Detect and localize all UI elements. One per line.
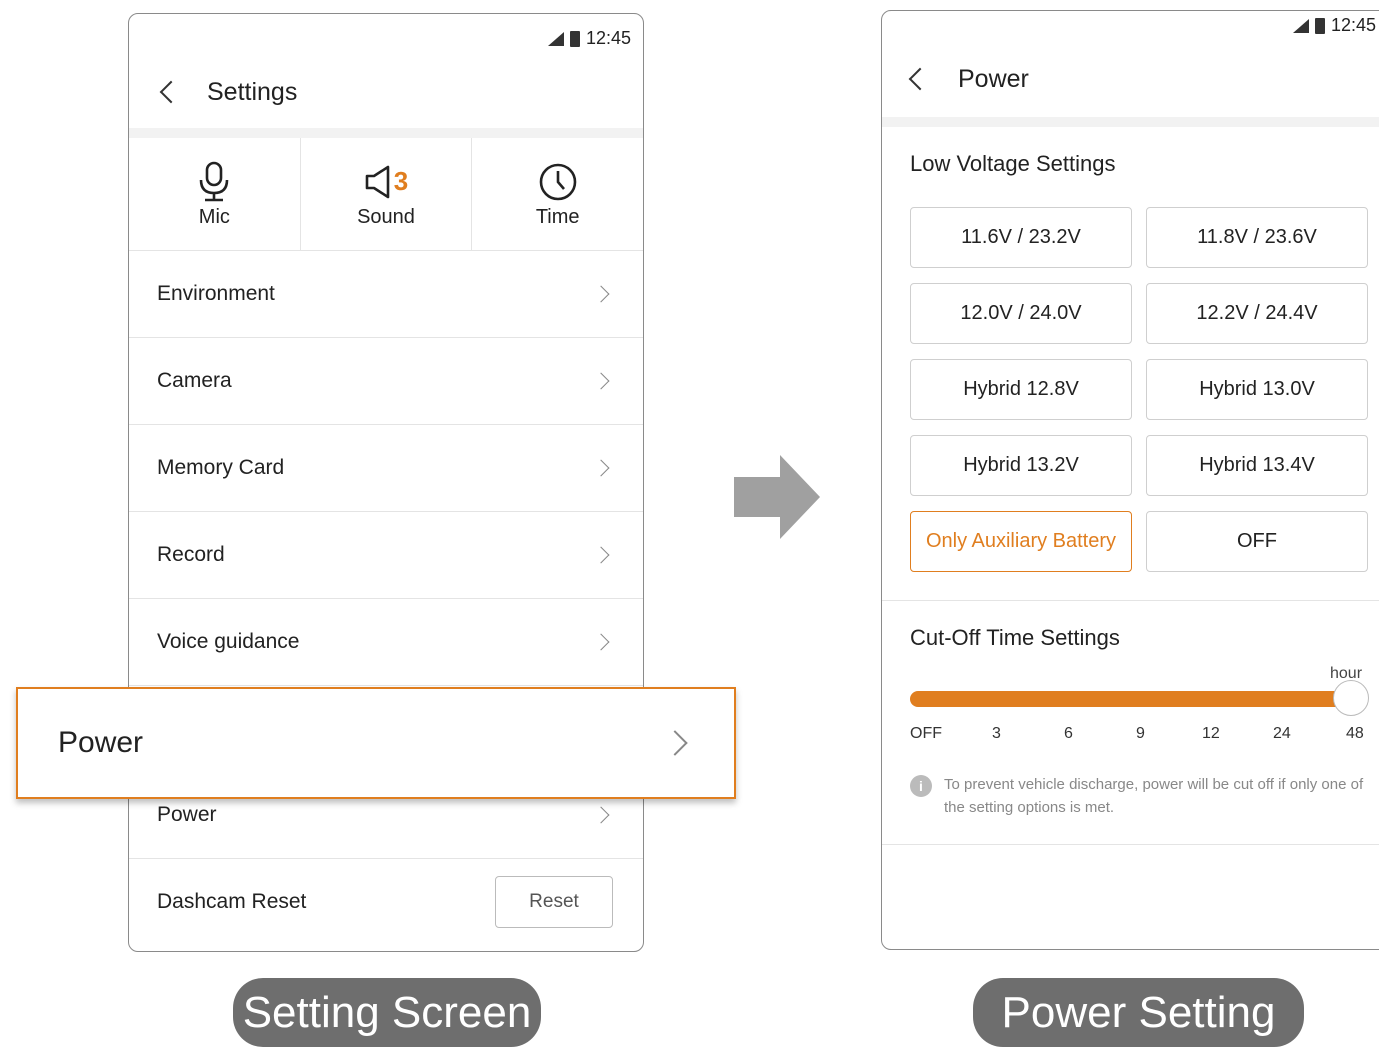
settings-screen: 12:45 Settings Mic 3 Sound Time Environm…: [128, 13, 644, 952]
voltage-option[interactable]: Hybrid 13.0V: [1146, 359, 1368, 420]
reset-button[interactable]: Reset: [495, 876, 613, 928]
voltage-option[interactable]: Hybrid 12.8V: [910, 359, 1132, 420]
page-title: Power: [958, 64, 1029, 93]
slider-tick: 48: [1346, 725, 1364, 742]
menu-item-label: Environment: [157, 282, 275, 305]
chevron-right-icon: [592, 633, 610, 651]
low-voltage-options: 11.6V / 23.2V 11.8V / 23.6V 12.0V / 24.0…: [910, 207, 1370, 572]
voltage-option-selected[interactable]: Only Auxiliary Battery: [910, 511, 1132, 572]
signal-icon: [547, 31, 564, 46]
status-time: 12:45: [585, 28, 631, 48]
voltage-option[interactable]: OFF: [1146, 511, 1368, 572]
caption-power-setting: Power Setting: [973, 978, 1304, 1047]
arrow-right-icon: [734, 455, 820, 539]
power-callout[interactable]: Power: [16, 687, 736, 799]
status-bar: 12:45: [1292, 15, 1376, 36]
quick-label: Sound: [357, 205, 415, 228]
chevron-right-icon: [592, 546, 610, 564]
clock-icon: [538, 160, 578, 204]
power-screen: 12:45 Power Low Voltage Settings 11.6V /…: [881, 10, 1379, 950]
caption-setting-screen: Setting Screen: [233, 978, 541, 1047]
sound-level-value: 3: [393, 166, 409, 196]
section-divider: [882, 844, 1379, 845]
menu-item-camera[interactable]: Camera: [129, 338, 643, 425]
signal-icon: [1292, 18, 1309, 33]
voltage-option[interactable]: Hybrid 13.2V: [910, 435, 1132, 496]
dashcam-reset-row: Dashcam Reset Reset: [129, 859, 643, 945]
voltage-option[interactable]: 12.0V / 24.0V: [910, 283, 1132, 344]
info-note: i To prevent vehicle discharge, power wi…: [910, 773, 1370, 819]
dashcam-reset-label: Dashcam Reset: [157, 890, 307, 913]
back-arrow-icon[interactable]: [159, 80, 183, 104]
page-title: Settings: [207, 77, 298, 106]
menu-item-label: Voice guidance: [157, 630, 300, 653]
quick-sound-button[interactable]: 3 Sound: [301, 138, 473, 250]
low-voltage-title: Low Voltage Settings: [910, 151, 1116, 176]
cutoff-title: Cut-Off Time Settings: [910, 625, 1120, 650]
menu-item-label: Record: [157, 543, 225, 566]
voltage-option[interactable]: Hybrid 13.4V: [1146, 435, 1368, 496]
voltage-option[interactable]: 11.8V / 23.6V: [1146, 207, 1368, 268]
menu-item-label: Memory Card: [157, 456, 285, 479]
info-icon: i: [910, 775, 932, 797]
microphone-icon: [196, 160, 232, 204]
power-header: Power: [882, 59, 1379, 99]
quick-label: Time: [535, 205, 580, 228]
slider-tick: 3: [992, 725, 1001, 742]
cutoff-slider-thumb[interactable]: [1333, 680, 1369, 716]
section-divider: [882, 600, 1379, 601]
back-arrow-icon[interactable]: [908, 67, 932, 91]
slider-tick: 24: [1273, 725, 1291, 742]
quick-label: Mic: [198, 205, 230, 228]
menu-item-record[interactable]: Record: [129, 512, 643, 599]
status-bar: 12:45: [547, 28, 631, 49]
section-divider: [882, 117, 1379, 127]
battery-icon: [569, 30, 580, 47]
status-time: 12:45: [1330, 15, 1376, 35]
chevron-right-icon: [592, 806, 610, 824]
menu-item-label: Power: [157, 803, 217, 826]
speaker-icon: [365, 165, 390, 198]
quick-settings-row: Mic 3 Sound Time: [129, 138, 643, 251]
slider-tick: 9: [1136, 725, 1145, 742]
chevron-right-icon: [592, 372, 610, 390]
quick-mic-button[interactable]: Mic: [129, 138, 301, 250]
chevron-right-icon: [592, 285, 610, 303]
menu-item-memory-card[interactable]: Memory Card: [129, 425, 643, 512]
menu-item-label: Camera: [157, 369, 232, 392]
section-divider: [129, 128, 643, 138]
menu-item-voice-guidance[interactable]: Voice guidance: [129, 599, 643, 686]
voltage-option[interactable]: 11.6V / 23.2V: [910, 207, 1132, 268]
cutoff-slider-track[interactable]: [910, 691, 1353, 707]
chevron-right-icon: [662, 730, 688, 756]
info-text: To prevent vehicle discharge, power will…: [944, 776, 1364, 816]
callout-label: Power: [58, 726, 144, 759]
menu-item-environment[interactable]: Environment: [129, 251, 643, 338]
quick-time-button[interactable]: Time: [472, 138, 643, 250]
battery-icon: [1314, 17, 1325, 34]
slider-tick: 12: [1202, 725, 1220, 742]
voltage-option[interactable]: 12.2V / 24.4V: [1146, 283, 1368, 344]
slider-tick: 6: [1064, 725, 1073, 742]
quick-sound-icon-group: 3: [364, 160, 408, 204]
slider-ticks: OFF 3 6 9 12 24 48: [910, 725, 1368, 747]
slider-tick: OFF: [910, 725, 942, 742]
settings-header: Settings: [129, 72, 643, 112]
chevron-right-icon: [592, 459, 610, 477]
